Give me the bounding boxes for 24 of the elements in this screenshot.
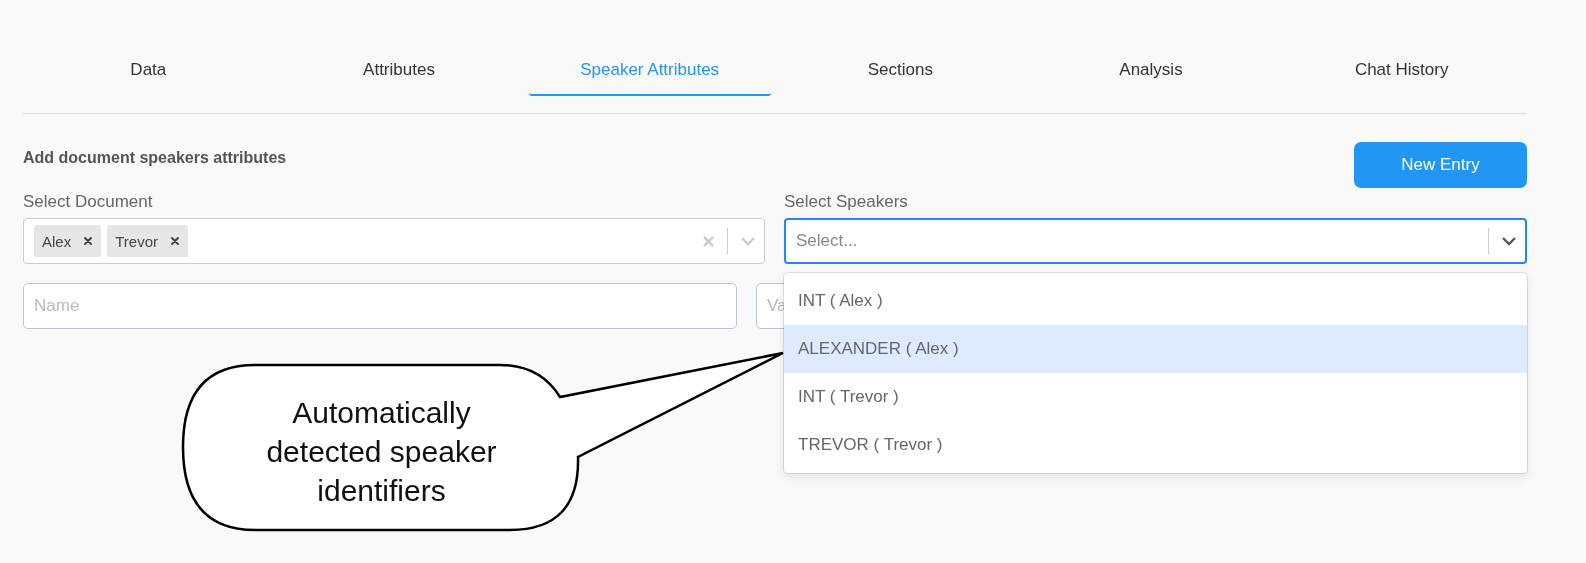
remove-icon[interactable]: [169, 236, 180, 246]
dropdown-option[interactable]: INT ( Trevor ): [784, 373, 1527, 421]
chip-label: Alex: [42, 232, 72, 250]
tab[interactable]: Sections: [779, 52, 1022, 96]
chevron-down-icon[interactable]: [1501, 236, 1517, 246]
dropdown-option[interactable]: ALEXANDER ( Alex ): [784, 325, 1527, 373]
tab[interactable]: Attributes: [278, 52, 520, 96]
new-entry-button[interactable]: New Entry: [1354, 142, 1527, 188]
document-select[interactable]: Alex Trevor: [23, 218, 765, 264]
chip-label: Trevor: [115, 232, 158, 250]
callout-text: Automatically detected speaker identifiers: [265, 395, 498, 509]
field-label: Select Speakers: [784, 192, 908, 212]
section-heading: Add document speakers attributes: [23, 149, 287, 167]
select-placeholder: Select...: [796, 231, 859, 251]
tab[interactable]: Speaker Attributes: [528, 52, 771, 96]
dropdown-option[interactable]: TREVOR ( Trevor ): [784, 421, 1527, 469]
remove-icon[interactable]: [83, 236, 94, 246]
dropdown-option[interactable]: INT ( Alex ): [784, 277, 1527, 325]
tab[interactable]: Data: [27, 52, 270, 96]
name-input[interactable]: Name: [23, 283, 737, 329]
tab[interactable]: Analysis: [1030, 52, 1272, 96]
field-label: Select Document: [23, 192, 153, 212]
tab[interactable]: Chat History: [1280, 52, 1523, 96]
speaker-select[interactable]: Select...: [784, 218, 1527, 264]
